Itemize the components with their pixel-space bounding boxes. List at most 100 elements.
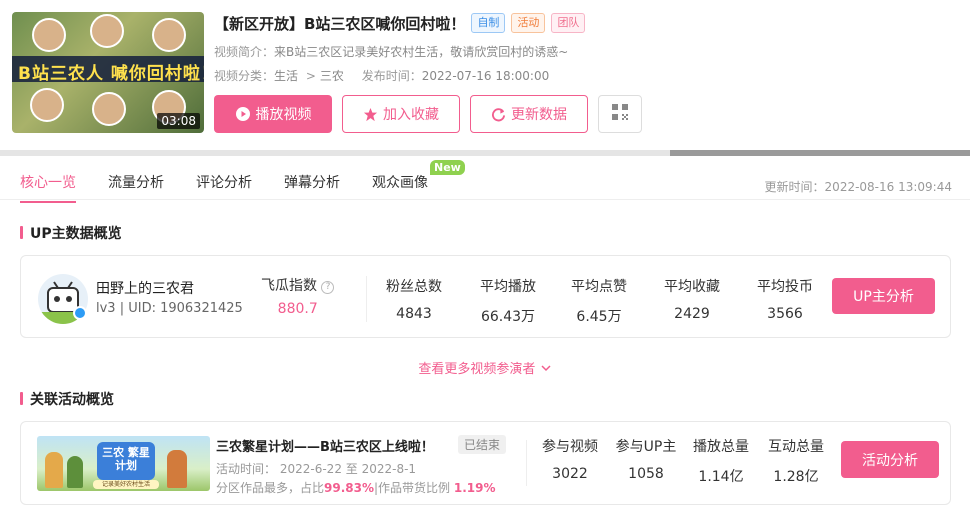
video-header: B站三农人 喊你回村啦！ 03:08 【新区开放】B站三农区喊你回村啦！ 自制 … [0, 0, 970, 150]
thumbnail-banner: B站三农人 喊你回村啦！ [12, 56, 204, 84]
category-sub[interactable]: 三农 [320, 69, 344, 83]
banner-logo-text: 三农 繁星计划 [102, 446, 150, 472]
section-divider [0, 150, 970, 156]
help-icon[interactable]: ? [321, 281, 335, 294]
stat-value: 4843 [396, 306, 432, 322]
activity-time-value: 2022-6-22 至 2022-8-1 [279, 462, 417, 476]
video-title[interactable]: 【新区开放】B站三农区喊你回村啦！ [214, 13, 465, 34]
tab-danmaku-analysis[interactable]: 弹幕分析 [284, 172, 340, 192]
video-duration: 03:08 [157, 113, 200, 129]
stat-value: 66.43万 [480, 309, 536, 325]
person-face [92, 92, 126, 126]
tag-team: 团队 [551, 13, 586, 33]
tab-comment-analysis[interactable]: 评论分析 [196, 172, 252, 192]
activity-banner-sub: 记录美好农村生活 [93, 480, 159, 489]
stat-label: 互动总量 [768, 439, 824, 455]
stat-value: 3022 [552, 466, 588, 482]
activity-banner-logo: 三农 繁星计划 [97, 442, 155, 480]
up-section-title: UP主数据概览 [20, 223, 122, 243]
publish-label: 发布时间： [361, 69, 422, 83]
stat-label: 播放总量 [693, 439, 749, 455]
stat-value: 6.45万 [576, 309, 622, 325]
category-label: 视频分类： [214, 69, 275, 83]
stat-avg-coin: 平均投币 3566 [757, 276, 813, 322]
stat-label: 平均收藏 [664, 279, 720, 295]
video-meta: 视频分类：生活 > 三农 发布时间：2022-07-16 18:00:00 [214, 67, 549, 84]
tab-core-overview[interactable]: 核心一览 [20, 172, 76, 203]
up-analysis-button[interactable]: UP主分析 [832, 278, 935, 314]
stat-total-play: 播放总量 1.14亿 [691, 436, 751, 486]
activity-analysis-button[interactable]: 活动分析 [841, 441, 939, 478]
stat-label: 粉丝总数 [386, 279, 442, 295]
video-thumbnail[interactable]: B站三农人 喊你回村啦！ 03:08 [12, 12, 204, 133]
activity-status-badge: 已结束 [458, 435, 507, 454]
publish-time: 2022-07-16 18:00:00 [421, 69, 550, 83]
refresh-data-label: 更新数据 [511, 107, 567, 123]
up-overview-card: 田野上的三农君 lv3 | UID: 1906321425 飞瓜指数 ? 880… [20, 255, 951, 338]
feigua-index-label: 飞瓜指数 ? [261, 275, 335, 295]
stat-avg-like: 平均点赞 6.45万 [571, 276, 627, 326]
play-video-label: 播放视频 [255, 107, 312, 123]
stat-total-interaction: 互动总量 1.28亿 [766, 436, 826, 486]
play-icon [235, 106, 251, 122]
tab-traffic-analysis[interactable]: 流量分析 [108, 172, 164, 192]
stat-label: 平均投币 [757, 279, 813, 295]
stat-avg-play: 平均播放 66.43万 [476, 276, 540, 326]
activity-section-title: 关联活动概览 [20, 389, 114, 409]
feigua-index-value: 880.7 [277, 301, 318, 317]
stat-label: 平均点赞 [571, 279, 627, 295]
share-value: 99.83% [324, 481, 374, 495]
activity-overview-card: 三农 繁星计划 记录美好农村生活 三农繁星计划——B站三农区上线啦！ 已结束 活… [20, 421, 951, 505]
farmer-figure-icon [45, 452, 63, 488]
person-face [90, 14, 124, 48]
play-video-button[interactable]: 播放视频 [214, 95, 332, 133]
tag-activity: 活动 [511, 13, 546, 33]
share-mid: |作品带货比例 [374, 481, 451, 495]
add-favorite-button[interactable]: 加入收藏 [342, 95, 460, 133]
category-main[interactable]: 生活 [274, 69, 298, 83]
video-title-row: 【新区开放】B站三农区喊你回村啦！ 自制 活动 团队 [214, 10, 586, 36]
share-prefix: 分区作品最多，占比 [216, 481, 325, 495]
scrollbar-track [670, 150, 970, 156]
feigua-index-label-text: 飞瓜指数 [261, 278, 317, 294]
farmer-figure-icon [67, 456, 83, 488]
chevron-down-icon [540, 362, 552, 377]
video-intro: 视频简介：来B站三农区记录美好农村生活，敬请欣赏回村的诱惑~ [214, 43, 568, 60]
thumbnail-text: B站三农人 喊你回村啦！ [18, 64, 204, 84]
intro-text: 来B站三农区记录美好农村生活，敬请欣赏回村的诱惑~ [274, 45, 569, 59]
activity-time-label: 活动时间： [216, 462, 277, 476]
refresh-data-button[interactable]: 更新数据 [470, 95, 588, 133]
stat-up-count: 参与UP主 1058 [613, 436, 679, 482]
stat-avg-fav: 平均收藏 2429 [664, 276, 720, 322]
new-badge: New [430, 160, 465, 175]
share-value-2: 1.19% [453, 481, 496, 495]
activity-share: 分区作品最多，占比99.83%|作品带货比例 1.19% [216, 479, 496, 496]
activity-banner[interactable]: 三农 繁星计划 记录美好农村生活 [37, 436, 210, 491]
stat-label: 参与UP主 [615, 439, 677, 455]
stat-videos: 参与视频 3022 [540, 436, 600, 482]
star-icon [363, 107, 378, 122]
divider [526, 440, 527, 486]
person-face [32, 18, 66, 52]
analysis-tabs: 核心一览 流量分析 评论分析 弹幕分析 观众画像 New 更新时间：2022-0… [0, 158, 970, 203]
qrcode-icon [611, 103, 629, 125]
up-level-uid: lv3 | UID: 1906321425 [96, 301, 243, 316]
stat-value: 1058 [628, 466, 664, 482]
more-performers-label: 查看更多视频参演者 [418, 362, 536, 377]
stat-value: 1.28亿 [773, 469, 819, 485]
qrcode-button[interactable] [598, 95, 642, 133]
farmer-figure-icon [167, 450, 187, 488]
verified-icon [73, 306, 87, 320]
up-name[interactable]: 田野上的三农君 [96, 278, 194, 298]
add-favorite-label: 加入收藏 [383, 107, 439, 123]
divider [366, 276, 367, 322]
stat-fans: 粉丝总数 4843 [386, 276, 442, 322]
activity-name[interactable]: 三农繁星计划——B站三农区上线啦！ [216, 436, 434, 455]
refresh-icon [491, 107, 506, 122]
stat-value: 1.14亿 [698, 469, 744, 485]
more-performers-link[interactable]: 查看更多视频参演者 [0, 358, 970, 377]
activity-time: 活动时间： 2022-6-22 至 2022-8-1 [216, 460, 416, 477]
stat-value: 2429 [674, 306, 710, 322]
tab-audience-profile[interactable]: 观众画像 [372, 172, 428, 192]
stat-value: 3566 [767, 306, 803, 322]
